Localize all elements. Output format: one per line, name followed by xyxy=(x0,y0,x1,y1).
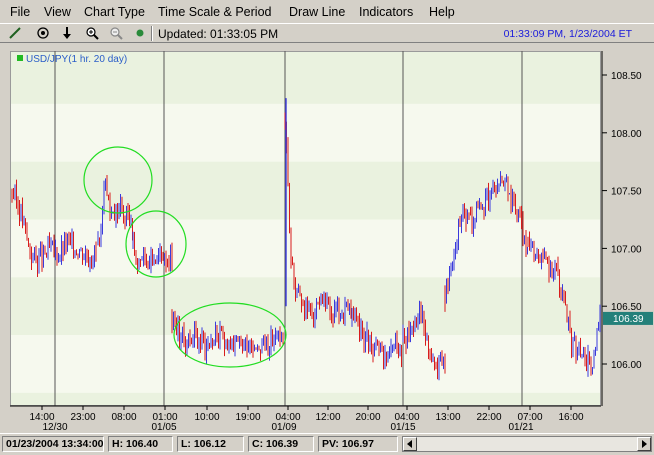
x-tick-label: 16:00 xyxy=(558,412,583,423)
chart-area[interactable]: 108.50 108.00 107.50 107.00 106.50 106.00 14:0… xyxy=(0,43,654,433)
menu-view[interactable]: View xyxy=(44,5,71,19)
updated-label: Updated: 01:33:05 PM xyxy=(158,27,279,41)
legend-swatch xyxy=(17,55,23,61)
y-tick-label: 106.00 xyxy=(611,360,642,371)
price-band xyxy=(10,219,601,278)
menu-help[interactable]: Help xyxy=(429,5,455,19)
status-date: 01/23/2004 13:34:00 xyxy=(2,436,104,452)
price-chart[interactable]: 108.50108.00107.50107.00106.50106.0014:0… xyxy=(0,43,654,433)
y-tick-label: 108.00 xyxy=(611,129,642,140)
y-tick-label: 107.50 xyxy=(611,187,642,198)
menu-file[interactable]: File xyxy=(10,5,30,19)
draw-line-icon[interactable] xyxy=(6,25,24,41)
price-band xyxy=(10,335,601,393)
x-date-label: 01/05 xyxy=(151,422,176,433)
price-band xyxy=(10,392,601,406)
toolbar-separator xyxy=(151,26,153,41)
x-tick-label: 22:00 xyxy=(476,412,501,423)
status-bar: 01/23/2004 13:34:00 H: 106.40 L: 106.12 … xyxy=(0,433,654,455)
x-tick-label: 13:00 xyxy=(435,412,460,423)
x-tick-label: 10:00 xyxy=(194,412,219,423)
crosshair-icon[interactable] xyxy=(34,25,52,41)
current-price-label: 106.39 xyxy=(613,314,644,325)
x-date-label: 01/09 xyxy=(271,422,296,433)
y-tick-label: 106.50 xyxy=(611,302,642,313)
status-close: C: 106.39 xyxy=(248,436,314,452)
menu-indicators[interactable]: Indicators xyxy=(359,5,413,19)
status-pivot: PV: 106.97 xyxy=(318,436,398,452)
x-tick-label: 19:00 xyxy=(235,412,260,423)
x-date-label: 12/30 xyxy=(42,422,67,433)
x-date-label: 01/15 xyxy=(390,422,415,433)
x-tick-label: 23:00 xyxy=(70,412,95,423)
menu-draw-line[interactable]: Draw Line xyxy=(289,5,345,19)
menu-bar: File View Chart Type Time Scale & Period… xyxy=(0,0,654,23)
legend-label: USD/JPY(1 hr. 20 day) xyxy=(26,54,127,65)
status-high: H: 106.40 xyxy=(108,436,173,452)
zoom-in-icon[interactable] xyxy=(83,25,101,41)
x-date-label: 01/21 xyxy=(508,422,533,433)
menu-time-scale[interactable]: Time Scale & Period xyxy=(158,5,271,19)
clock-label: 01:33:09 PM, 1/23/2004 ET xyxy=(503,28,632,40)
x-tick-label: 08:00 xyxy=(111,412,136,423)
scroll-left-icon[interactable] xyxy=(403,437,417,451)
horizontal-scrollbar[interactable] xyxy=(402,436,652,452)
x-tick-label: 12:00 xyxy=(315,412,340,423)
menu-chart-type[interactable]: Chart Type xyxy=(84,5,145,19)
down-arrow-icon[interactable] xyxy=(58,25,76,41)
zoom-out-icon[interactable] xyxy=(107,25,125,41)
status-low: L: 106.12 xyxy=(177,436,244,452)
x-tick-label: 20:00 xyxy=(355,412,380,423)
y-tick-label: 107.00 xyxy=(611,244,642,255)
toolbar: Updated: 01:33:05 PM 01:33:09 PM, 1/23/2… xyxy=(0,23,654,43)
scroll-right-icon[interactable] xyxy=(637,437,651,451)
record-icon[interactable] xyxy=(131,25,149,41)
y-tick-label: 108.50 xyxy=(611,71,642,82)
